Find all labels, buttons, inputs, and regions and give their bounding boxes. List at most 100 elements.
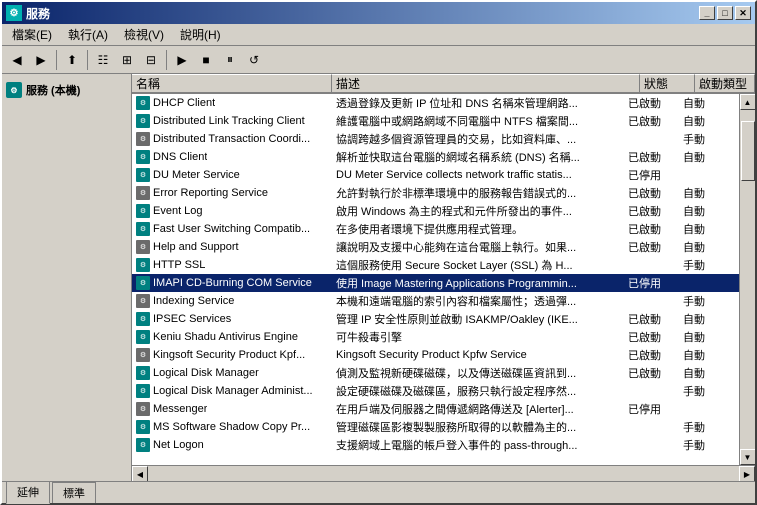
menu-view[interactable]: 檢視(V): [118, 24, 170, 45]
service-list[interactable]: ⚙DHCP Client透過登錄及更新 IP 位址和 DNS 名稱來管理網路..…: [132, 94, 739, 465]
table-row[interactable]: ⚙IPSEC Services管理 IP 安全性原則並啟動 ISAKMP/Oak…: [132, 310, 739, 328]
service-startup-cell: 手動: [679, 418, 739, 436]
table-row[interactable]: ⚙Indexing Service本機和遠端電腦的索引內容和檔案屬性；透過彈..…: [132, 292, 739, 310]
back-button[interactable]: ◀: [6, 49, 28, 71]
grid-button[interactable]: ⊞: [116, 49, 138, 71]
col-header-startup[interactable]: 啟動類型: [695, 74, 755, 93]
table-row[interactable]: ⚙HTTP SSL這個服務使用 Secure Socket Layer (SSL…: [132, 256, 739, 274]
list-with-scroll: ⚙DHCP Client透過登錄及更新 IP 位址和 DNS 名稱來管理網路..…: [132, 94, 755, 465]
services-icon: ⚙: [6, 82, 22, 98]
table-row[interactable]: ⚙Distributed Link Tracking Client 維護電腦中或網…: [132, 112, 739, 130]
table-row[interactable]: ⚙MS Software Shadow Copy Pr...管理磁碟區影複製製服…: [132, 418, 739, 436]
table-row[interactable]: ⚙Fast User Switching Compatib...在多使用者環境下…: [132, 220, 739, 238]
service-row-icon: ⚙: [136, 240, 150, 254]
table-row[interactable]: ⚙Messenger在用戶端及伺服器之間傳遞網路傳送及 [Alerter]...…: [132, 400, 739, 418]
table-row[interactable]: ⚙IMAPI CD-Burning COM Service使用 Image Ma…: [132, 274, 739, 292]
service-status-cell: 已啟動: [624, 148, 679, 166]
col-header-desc[interactable]: 描述: [332, 74, 640, 93]
play-button[interactable]: ▶: [171, 49, 193, 71]
col-header-name[interactable]: 名稱: [132, 74, 332, 93]
service-name-text: Logical Disk Manager Administ...: [153, 385, 313, 397]
show-button[interactable]: ☷: [92, 49, 114, 71]
service-name-text: Keniu Shadu Antivirus Engine: [153, 331, 298, 343]
restart-button[interactable]: ↺: [243, 49, 265, 71]
maximize-button[interactable]: □: [717, 6, 733, 20]
up-button[interactable]: ⬆: [61, 49, 83, 71]
service-desc-cell: 管理 IP 安全性原則並啟動 ISAKMP/Oakley (IKE...: [332, 310, 624, 328]
vertical-scrollbar[interactable]: ▲ ▼: [739, 94, 755, 465]
scroll-down-button[interactable]: ▼: [740, 449, 756, 465]
scroll-left-button[interactable]: ◀: [132, 466, 148, 481]
service-status-cell: [624, 436, 679, 454]
service-status-cell: 已停用: [624, 274, 679, 292]
toolbar: ◀ ▶ ⬆ ☷ ⊞ ⊟ ▶ ■ ⏸ ↺: [2, 46, 755, 74]
service-startup-cell: 自動: [679, 346, 739, 364]
minimize-button[interactable]: _: [699, 6, 715, 20]
service-row-icon: ⚙: [136, 276, 150, 290]
horizontal-scrollbar-container: ◀ ▶: [132, 465, 755, 481]
service-row-icon: ⚙: [136, 186, 150, 200]
service-desc-cell: Kingsoft Security Product Kpfw Service: [332, 346, 624, 364]
service-name-cell: ⚙Event Log: [132, 202, 332, 220]
table-row[interactable]: ⚙Logical Disk Manager偵測及監視新硬碟磁碟，以及傳送磁碟區資…: [132, 364, 739, 382]
table-row[interactable]: ⚙Kingsoft Security Product Kpf...Kingsof…: [132, 346, 739, 364]
service-row-icon: ⚙: [136, 402, 150, 416]
scroll-right-button[interactable]: ▶: [739, 466, 755, 481]
left-panel-title: ⚙ 服務 (本機): [6, 82, 127, 98]
service-name-cell: ⚙Error Reporting Service: [132, 184, 332, 202]
service-startup-cell: 手動: [679, 130, 739, 148]
minus-button[interactable]: ⊟: [140, 49, 162, 71]
pause-button[interactable]: ⏸: [219, 49, 241, 71]
left-panel: ⚙ 服務 (本機): [2, 74, 132, 481]
table-row[interactable]: ⚙Help and Support讓說明及支援中心能夠在這台電腦上執行。如果..…: [132, 238, 739, 256]
table-row[interactable]: ⚙DHCP Client透過登錄及更新 IP 位址和 DNS 名稱來管理網路..…: [132, 94, 739, 112]
forward-button[interactable]: ▶: [30, 49, 52, 71]
service-startup-cell: [679, 274, 739, 292]
table-row[interactable]: ⚙Error Reporting Service允許對執行於非標準環境中的服務報…: [132, 184, 739, 202]
service-name-text: Distributed Link Tracking Client: [153, 115, 305, 127]
service-status-cell: 已啟動: [624, 238, 679, 256]
table-row[interactable]: ⚙DU Meter ServiceDU Meter Service collec…: [132, 166, 739, 184]
scroll-up-button[interactable]: ▲: [740, 94, 756, 110]
menu-action[interactable]: 執行(A): [62, 24, 114, 45]
service-name-text: Help and Support: [153, 241, 239, 253]
scroll-h-track[interactable]: [148, 466, 739, 481]
window-icon: ⚙: [6, 5, 22, 21]
table-row[interactable]: ⚙DNS Client解析並快取這台電腦的網域名稱系統 (DNS) 名稱...已…: [132, 148, 739, 166]
service-desc-cell: 可牛殺毒引擎: [332, 328, 624, 346]
service-row-icon: ⚙: [136, 330, 150, 344]
close-button[interactable]: ✕: [735, 6, 751, 20]
menu-help[interactable]: 說明(H): [174, 24, 227, 45]
service-row-icon: ⚙: [136, 114, 150, 128]
service-row-icon: ⚙: [136, 348, 150, 362]
menu-file[interactable]: 檔案(E): [6, 24, 58, 45]
table-row[interactable]: ⚙Event Log啟用 Windows 為主的程式和元件所發出的事件...已啟…: [132, 202, 739, 220]
service-startup-cell: 自動: [679, 184, 739, 202]
service-startup-cell: 自動: [679, 310, 739, 328]
stop-button[interactable]: ■: [195, 49, 217, 71]
service-startup-cell: 自動: [679, 202, 739, 220]
service-startup-cell: 自動: [679, 220, 739, 238]
service-startup-cell: 自動: [679, 112, 739, 130]
main-content: ⚙ 服務 (本機) 名稱 描述 狀態 啟動類型 ⚙DHCP Client透過登錄…: [2, 74, 755, 481]
scroll-track[interactable]: [740, 110, 756, 449]
service-name-text: Messenger: [153, 403, 207, 415]
service-name-text: Distributed Transaction Coordi...: [153, 133, 310, 145]
left-panel-label: 服務 (本機): [26, 82, 80, 98]
table-row[interactable]: ⚙Distributed Transaction Coordi...協調跨越多個…: [132, 130, 739, 148]
service-row-icon: ⚙: [136, 384, 150, 398]
tab-extended[interactable]: 延伸: [6, 481, 50, 504]
service-desc-cell: 維護電腦中或網路網域不同電腦中 NTFS 檔案間...: [332, 112, 624, 130]
scroll-thumb[interactable]: [741, 121, 755, 181]
tab-standard[interactable]: 標準: [52, 482, 96, 503]
service-status-cell: 已啟動: [624, 364, 679, 382]
service-desc-cell: 設定硬碟磁碟及磁碟區，服務只執行設定程序然...: [332, 382, 624, 400]
table-row[interactable]: ⚙Net Logon支援網域上電腦的帳戶登入事件的 pass-through..…: [132, 436, 739, 454]
col-header-status[interactable]: 狀態: [640, 74, 695, 93]
service-status-cell: 已啟動: [624, 184, 679, 202]
service-status-cell: 已停用: [624, 166, 679, 184]
service-startup-cell: 自動: [679, 94, 739, 112]
table-row[interactable]: ⚙Logical Disk Manager Administ... 設定硬碟磁碟及…: [132, 382, 739, 400]
service-status-cell: 已啟動: [624, 328, 679, 346]
table-row[interactable]: ⚙Keniu Shadu Antivirus Engine可牛殺毒引擎已啟動自動: [132, 328, 739, 346]
